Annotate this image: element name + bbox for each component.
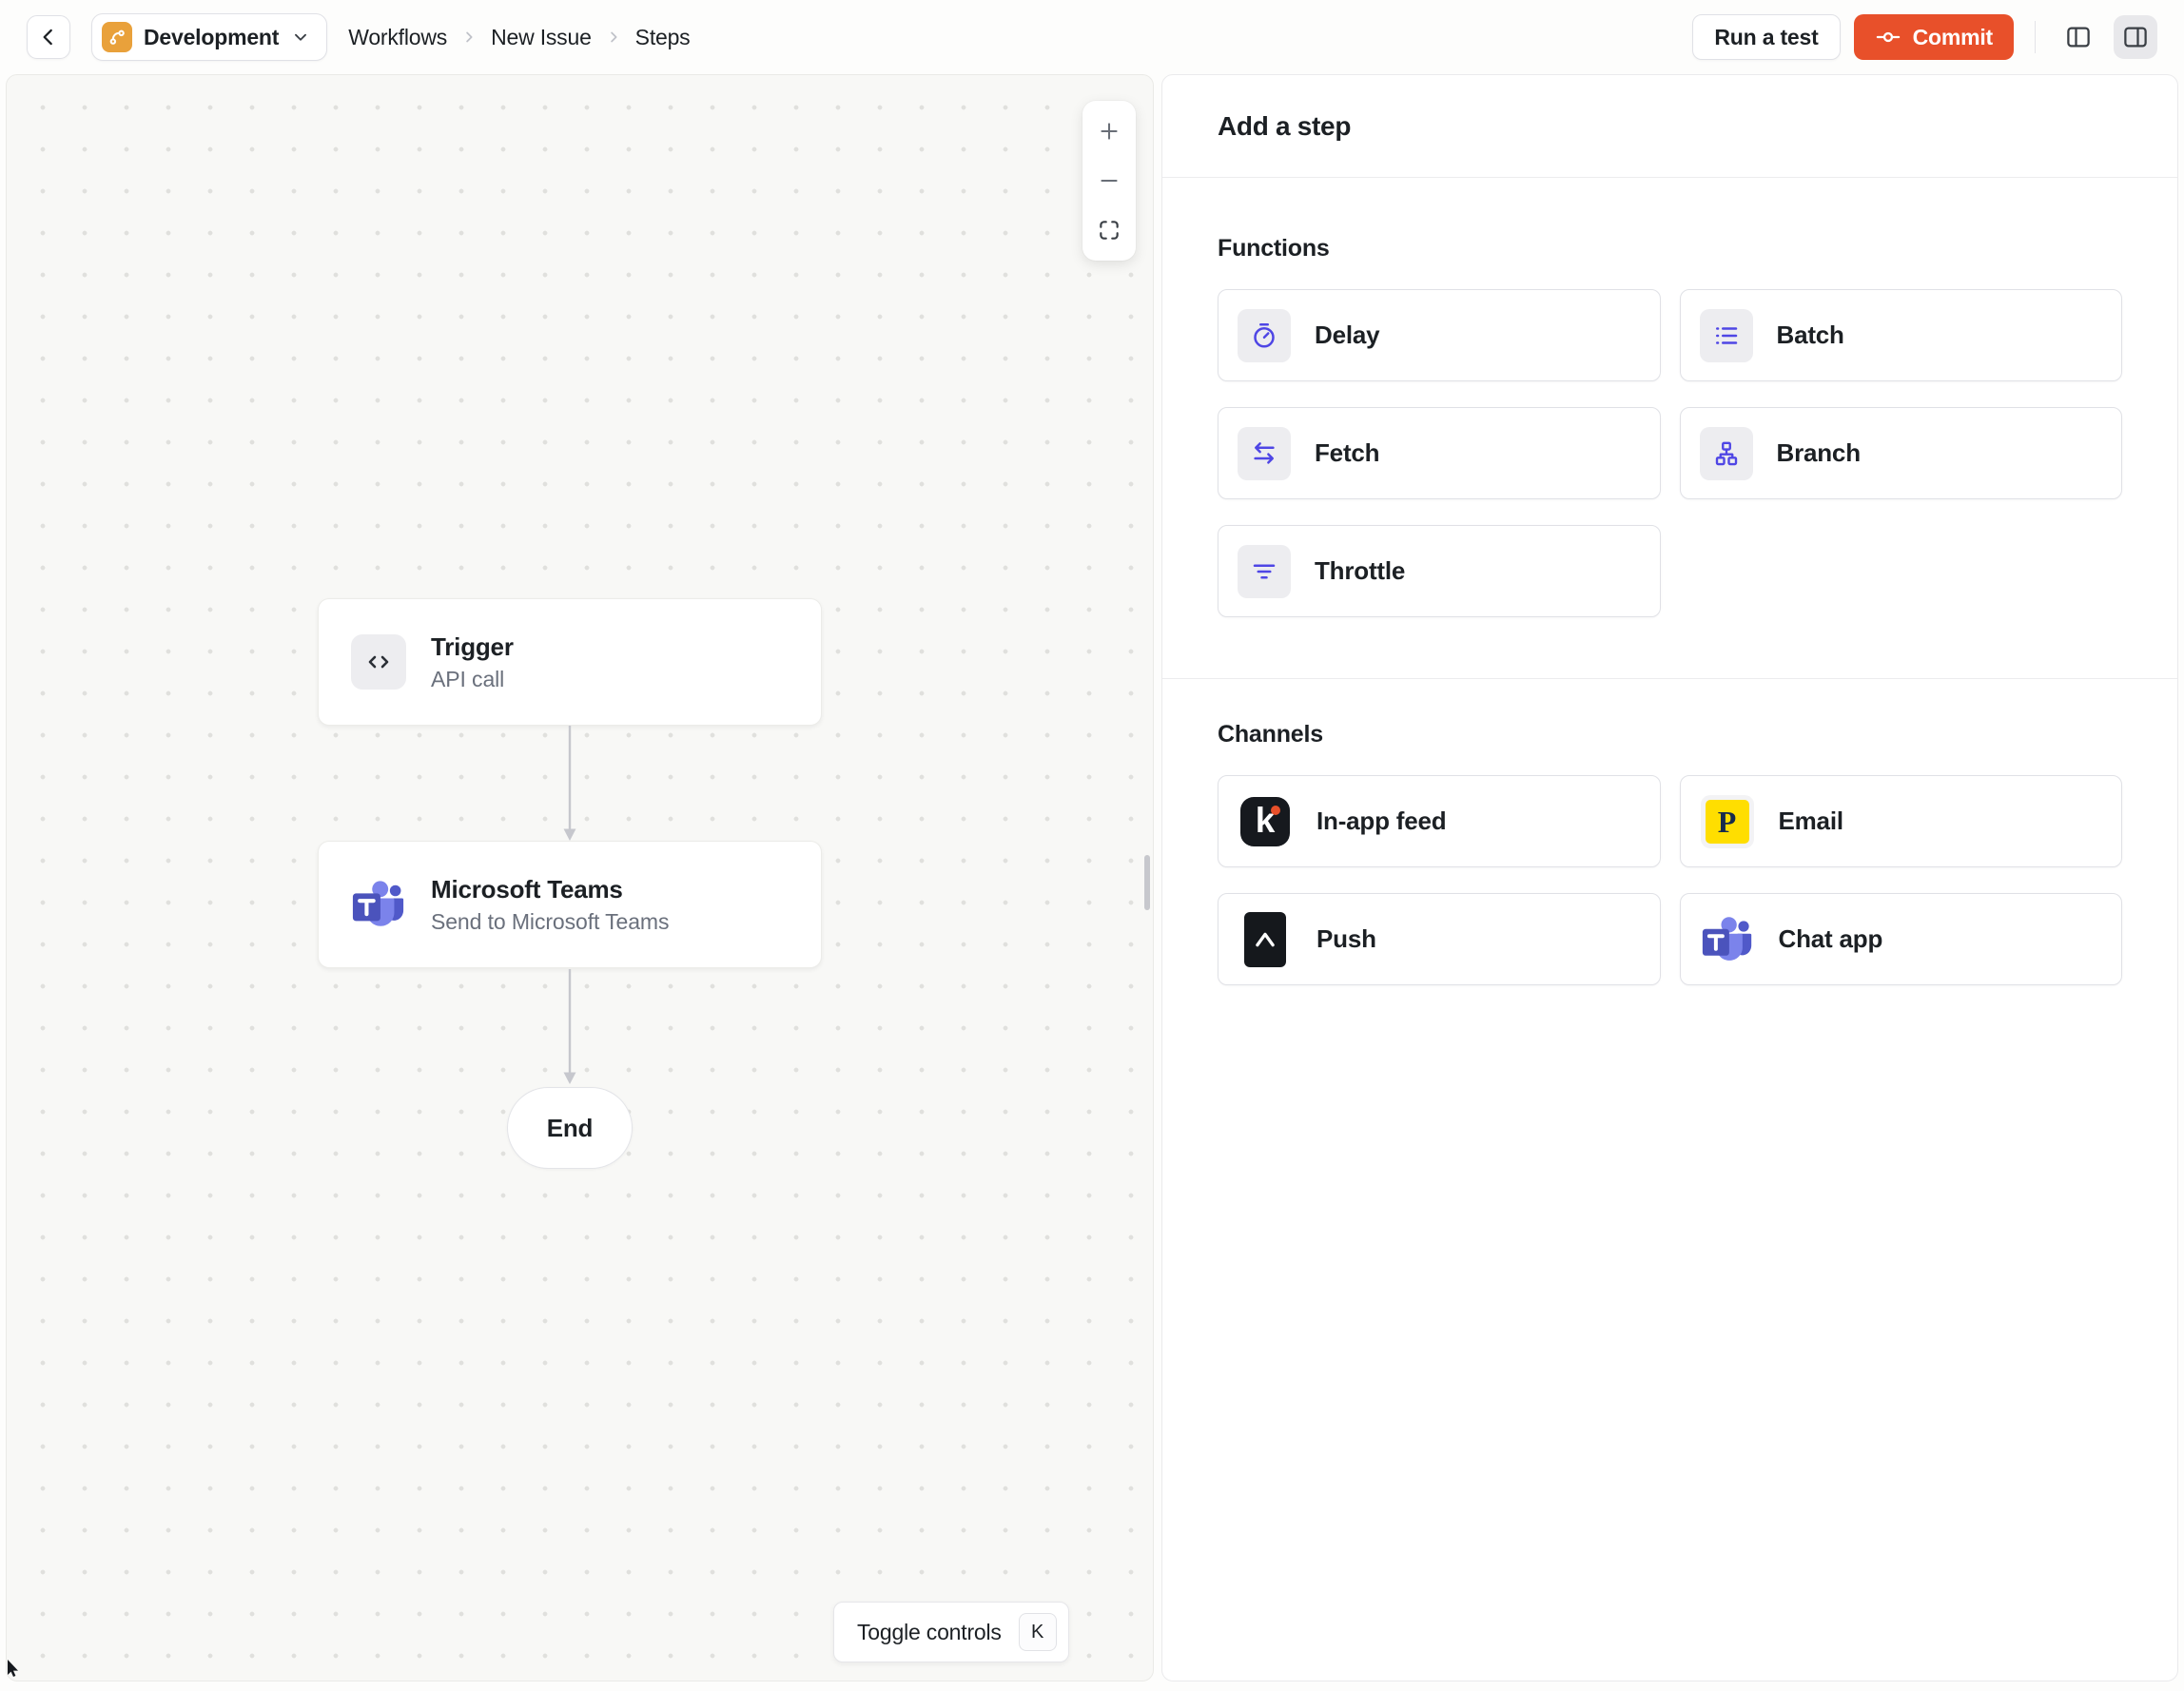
commit-button[interactable]: Commit	[1853, 14, 2014, 60]
functions-grid: Delay Batch Fetch Branch Throttle	[1218, 289, 2122, 617]
breadcrumb-item-workflows[interactable]: Workflows	[348, 25, 447, 50]
panel-title: Add a step	[1218, 110, 1352, 141]
top-bar-right: Run a test Commit	[1692, 14, 2157, 60]
toggle-controls-button[interactable]: Toggle controls K	[833, 1602, 1069, 1662]
chevron-right-icon	[460, 29, 478, 46]
connector-arrow	[558, 969, 581, 1085]
main-area: Trigger API call Microsoft Teams Send to…	[0, 74, 2184, 1691]
stopwatch-icon	[1238, 308, 1291, 362]
mouse-cursor	[7, 1660, 22, 1679]
workflow-canvas[interactable]: Trigger API call Microsoft Teams Send to…	[6, 74, 1154, 1681]
trigger-node[interactable]: Trigger API call	[318, 598, 822, 726]
plus-icon	[1097, 119, 1121, 144]
top-bar-divider	[2035, 21, 2036, 53]
transfer-arrows-icon	[1238, 426, 1291, 480]
step-card-label: Delay	[1315, 321, 1380, 349]
minus-icon	[1097, 168, 1121, 193]
step-card-label: In-app feed	[1316, 807, 1447, 835]
step-card-label: Batch	[1776, 321, 1844, 349]
node-title: Trigger	[431, 632, 514, 661]
trigger-node-text: Trigger API call	[431, 632, 514, 692]
zoom-in-button[interactable]	[1086, 107, 1132, 156]
step-card-in-app-feed[interactable]: k In-app feed	[1218, 775, 1661, 867]
environment-switcher[interactable]: Development	[91, 13, 328, 61]
toggle-right-panel-button[interactable]	[2114, 15, 2157, 59]
expo-logo-icon	[1238, 911, 1293, 967]
ms-teams-node[interactable]: Microsoft Teams Send to Microsoft Teams	[318, 841, 822, 968]
step-card-label: Branch	[1776, 438, 1862, 467]
panel-left-icon	[2064, 23, 2093, 51]
zoom-controls	[1082, 101, 1136, 261]
step-card-delay[interactable]: Delay	[1218, 289, 1661, 381]
commit-icon	[1875, 24, 1901, 50]
ms-teams-node-text: Microsoft Teams Send to Microsoft Teams	[431, 875, 669, 935]
environment-label: Development	[144, 24, 280, 49]
panel-right-icon	[2121, 23, 2150, 51]
step-card-email[interactable]: P Email	[1679, 775, 2122, 867]
toggle-controls-label: Toggle controls	[857, 1619, 1002, 1644]
functions-section-label: Functions	[1218, 235, 1330, 262]
step-card-push[interactable]: Push	[1218, 893, 1661, 985]
channels-section-label: Channels	[1218, 721, 1323, 748]
top-bar: Development Workflows New Issue Steps Ru…	[0, 0, 2184, 74]
breadcrumb-item-steps: Steps	[634, 24, 691, 49]
panel-header: Add a step	[1162, 75, 2177, 178]
app-root: Development Workflows New Issue Steps Ru…	[0, 0, 2184, 1691]
functions-section: Functions Delay Batch Fetch Branch Throt…	[1162, 235, 2177, 617]
funnel-lines-icon	[1238, 544, 1291, 598]
ms-teams-icon	[1700, 912, 1755, 967]
org-chart-icon	[1699, 426, 1753, 480]
step-card-branch[interactable]: Branch	[1679, 407, 2122, 499]
channels-grid: k In-app feed P Email Push Chat app	[1218, 775, 2122, 985]
top-bar-left: Development Workflows New Issue Steps	[27, 13, 691, 61]
step-card-label: Chat app	[1778, 924, 1883, 953]
end-node[interactable]: End	[507, 1087, 633, 1169]
step-card-chat-app[interactable]: Chat app	[1679, 893, 2122, 985]
back-button[interactable]	[27, 15, 70, 59]
keyboard-shortcut-badge: K	[1018, 1613, 1057, 1651]
step-card-batch[interactable]: Batch	[1679, 289, 2122, 381]
postmark-logo-icon: P	[1700, 794, 1755, 849]
code-icon	[351, 634, 406, 690]
breadcrumb: Workflows New Issue Steps	[348, 25, 690, 50]
chevron-down-icon	[290, 27, 311, 48]
step-card-label: Throttle	[1315, 556, 1406, 585]
connector-arrow	[558, 726, 581, 842]
node-subtitle: Send to Microsoft Teams	[431, 908, 670, 934]
step-card-label: Email	[1778, 807, 1844, 835]
workflow-badge-icon	[102, 22, 132, 52]
zoom-out-button[interactable]	[1086, 156, 1132, 205]
add-step-panel: Add a step Functions Delay Batch Fetch B…	[1161, 74, 2178, 1681]
run-test-button[interactable]: Run a test	[1692, 14, 1841, 60]
step-card-label: Fetch	[1315, 438, 1380, 467]
commit-label: Commit	[1912, 24, 1994, 49]
node-subtitle: API call	[431, 666, 505, 691]
step-card-throttle[interactable]: Throttle	[1218, 525, 1661, 617]
ms-teams-icon	[351, 879, 406, 930]
panel-body: Functions Delay Batch Fetch Branch Throt…	[1162, 178, 2177, 1681]
step-card-fetch[interactable]: Fetch	[1218, 407, 1661, 499]
channels-section: Channels k In-app feed P Email Push Chat…	[1162, 721, 2177, 985]
section-divider	[1162, 678, 2177, 679]
breadcrumb-item-new-issue[interactable]: New Issue	[491, 25, 592, 50]
chevron-left-icon	[36, 25, 61, 49]
chevron-right-icon	[605, 29, 622, 46]
list-icon	[1699, 308, 1753, 362]
node-title: Microsoft Teams	[431, 874, 623, 904]
fullscreen-icon	[1097, 218, 1121, 243]
step-card-label: Push	[1316, 924, 1376, 953]
fit-view-button[interactable]	[1086, 205, 1132, 255]
knock-logo-icon: k	[1238, 794, 1293, 849]
canvas-scrollbar[interactable]	[1144, 855, 1150, 910]
toggle-left-panel-button[interactable]	[2057, 15, 2100, 59]
